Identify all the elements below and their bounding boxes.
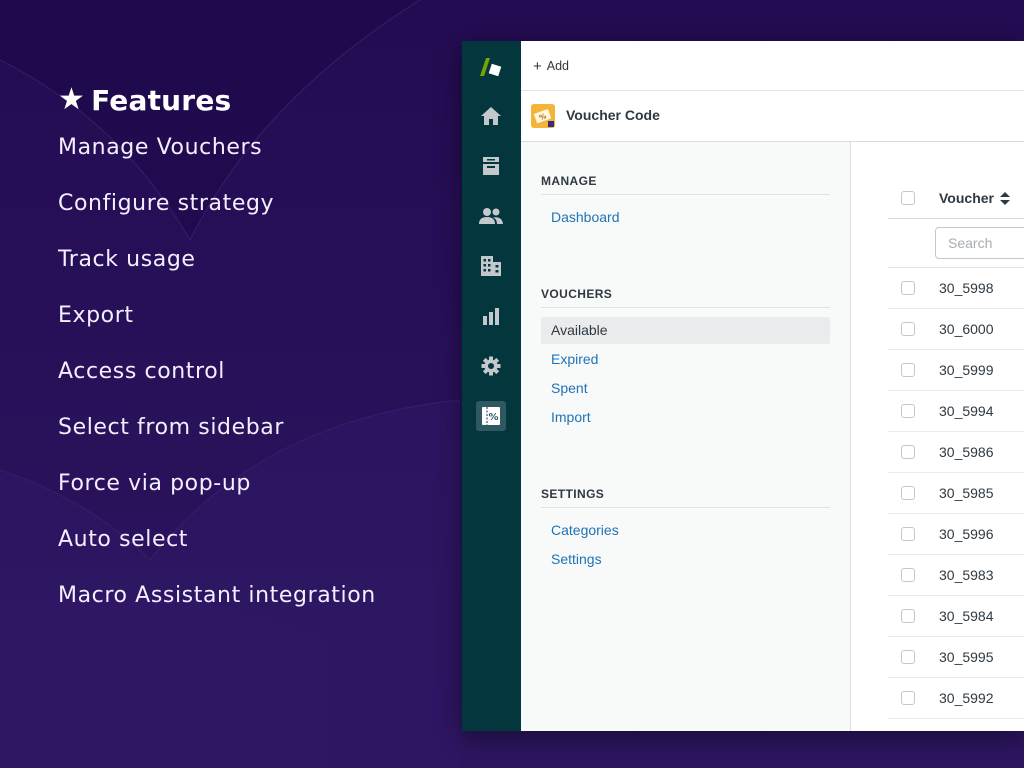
table-body: 30_5998 30_6000 30_5999 30_5994 30_5986 30_59… bbox=[888, 268, 1024, 719]
row-checkbox[interactable] bbox=[901, 650, 915, 664]
feature-item: Manage Vouchers bbox=[58, 135, 263, 160]
nav-heading: SETTINGS bbox=[541, 481, 830, 508]
row-checkbox[interactable] bbox=[901, 404, 915, 418]
row-checkbox[interactable] bbox=[901, 445, 915, 459]
nav-item-import[interactable]: Import bbox=[541, 404, 830, 431]
row-checkbox[interactable] bbox=[901, 281, 915, 295]
table-row[interactable]: 30_5992 bbox=[888, 678, 1024, 719]
table-row[interactable]: 30_5999 bbox=[888, 350, 1024, 391]
app-window: % + Add % Voucher Code MANAGE Dashboard bbox=[462, 41, 1024, 731]
feature-item: Select from sidebar bbox=[58, 415, 285, 440]
product-rail: % bbox=[462, 41, 521, 731]
inbox-icon[interactable] bbox=[476, 151, 506, 181]
row-checkbox[interactable] bbox=[901, 527, 915, 541]
voucher-code-cell: 30_5984 bbox=[939, 608, 994, 624]
table-row[interactable]: 30_6000 bbox=[888, 309, 1024, 350]
feature-item: Auto select bbox=[58, 527, 189, 552]
voucher-code-cell: 30_5986 bbox=[939, 444, 994, 460]
features-list: Manage Vouchers Configure strategy Track… bbox=[58, 132, 438, 636]
feature-item: Force via pop-up bbox=[58, 471, 251, 496]
voucher-logo-icon: % bbox=[531, 104, 555, 128]
row-checkbox[interactable] bbox=[901, 363, 915, 377]
features-panel: ★ Features Manage Vouchers Configure str… bbox=[58, 80, 438, 636]
features-title-text: Features bbox=[91, 83, 232, 117]
nav-item-spent[interactable]: Spent bbox=[541, 375, 830, 402]
add-button[interactable]: + Add bbox=[533, 56, 569, 76]
table-row[interactable]: 30_5983 bbox=[888, 555, 1024, 596]
voucher-app-icon[interactable]: % bbox=[476, 401, 506, 431]
table-header: Voucher bbox=[888, 177, 1024, 219]
voucher-code-cell: 30_5992 bbox=[939, 690, 994, 706]
voucher-code-cell: 30_5994 bbox=[939, 403, 994, 419]
table-row[interactable]: 30_5994 bbox=[888, 391, 1024, 432]
nav-item-expired[interactable]: Expired bbox=[541, 346, 830, 373]
svg-text:%: % bbox=[488, 412, 498, 423]
secondary-nav: MANAGE Dashboard VOUCHERS Available Expi… bbox=[521, 142, 851, 731]
home-icon[interactable] bbox=[476, 101, 506, 131]
voucher-code-cell: 30_6000 bbox=[939, 321, 994, 337]
top-bar: + Add bbox=[521, 41, 1024, 91]
select-all-checkbox[interactable] bbox=[901, 191, 915, 205]
column-header-voucher[interactable]: Voucher bbox=[939, 190, 994, 206]
table-row[interactable]: 30_5995 bbox=[888, 637, 1024, 678]
feature-item: Export bbox=[58, 303, 134, 328]
features-heading: ★ Features bbox=[58, 80, 438, 120]
voucher-code-cell: 30_5996 bbox=[939, 526, 994, 542]
voucher-code-cell: 30_5985 bbox=[939, 485, 994, 501]
nav-heading: MANAGE bbox=[541, 168, 830, 195]
voucher-code-cell: 30_5999 bbox=[939, 362, 994, 378]
row-checkbox[interactable] bbox=[901, 322, 915, 336]
nav-item-available[interactable]: Available bbox=[541, 317, 830, 344]
zendesk-logo-icon[interactable] bbox=[476, 52, 506, 82]
table-row[interactable]: 30_5998 bbox=[888, 268, 1024, 309]
bar-chart-icon[interactable] bbox=[476, 301, 506, 331]
table-filter-row bbox=[888, 219, 1024, 268]
star-icon: ★ bbox=[58, 82, 86, 117]
gear-icon[interactable] bbox=[476, 351, 506, 381]
row-checkbox[interactable] bbox=[901, 691, 915, 705]
plus-icon: + bbox=[533, 57, 542, 75]
row-checkbox[interactable] bbox=[901, 486, 915, 500]
page-title: Voucher Code bbox=[566, 107, 660, 123]
row-checkbox[interactable] bbox=[901, 568, 915, 582]
app-header: % Voucher Code bbox=[521, 91, 1024, 142]
sort-icon[interactable] bbox=[1000, 192, 1010, 210]
nav-heading: VOUCHERS bbox=[541, 281, 830, 308]
nav-item-dashboard[interactable]: Dashboard bbox=[541, 204, 830, 231]
feature-item: Track usage bbox=[58, 247, 196, 272]
feature-item: Macro Assistant integration bbox=[58, 583, 376, 608]
nav-item-settings[interactable]: Settings bbox=[541, 546, 830, 573]
table-row[interactable]: 30_5984 bbox=[888, 596, 1024, 637]
nav-section-settings: SETTINGS Categories Settings bbox=[541, 481, 830, 575]
table-row[interactable]: 30_5986 bbox=[888, 432, 1024, 473]
row-checkbox[interactable] bbox=[901, 609, 915, 623]
feature-item: Configure strategy bbox=[58, 191, 275, 216]
nav-section-vouchers: VOUCHERS Available Expired Spent Import bbox=[541, 281, 830, 433]
table-row[interactable]: 30_5996 bbox=[888, 514, 1024, 555]
users-icon[interactable] bbox=[476, 201, 506, 231]
voucher-code-cell: 30_5998 bbox=[939, 280, 994, 296]
voucher-code-cell: 30_5983 bbox=[939, 567, 994, 583]
voucher-table: Voucher 30_599830_600030_599930_599430_5… bbox=[888, 177, 1024, 719]
voucher-code-cell: 30_5995 bbox=[939, 649, 994, 665]
nav-item-categories[interactable]: Categories bbox=[541, 517, 830, 544]
search-input[interactable] bbox=[935, 227, 1024, 259]
nav-section-manage: MANAGE Dashboard bbox=[541, 168, 830, 233]
main-content: Voucher 30_599830_600030_599930_599430_5… bbox=[851, 142, 1024, 731]
feature-item: Access control bbox=[58, 359, 225, 384]
table-row[interactable]: 30_5985 bbox=[888, 473, 1024, 514]
add-button-label: Add bbox=[546, 59, 570, 73]
building-icon[interactable] bbox=[476, 251, 506, 281]
